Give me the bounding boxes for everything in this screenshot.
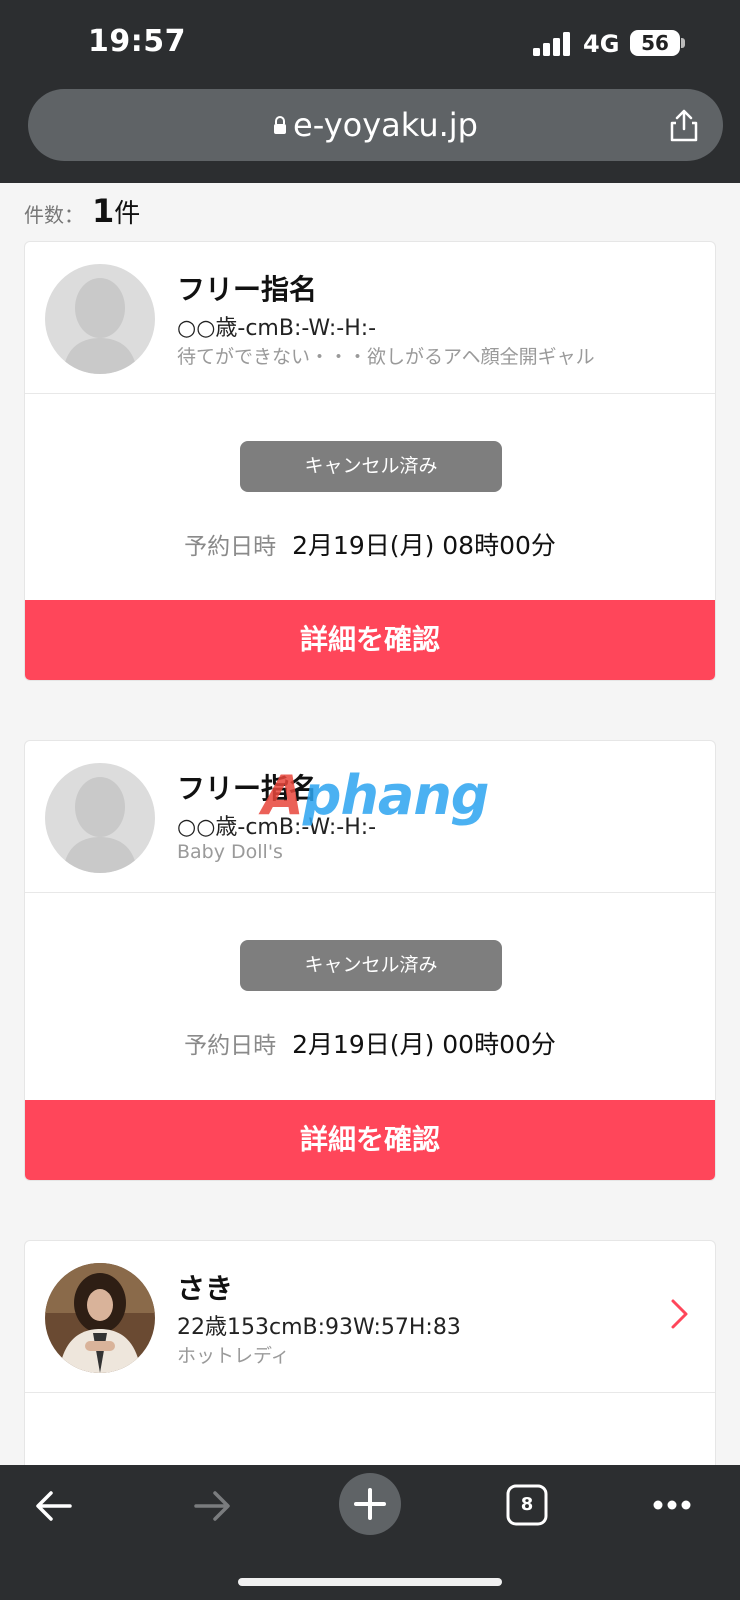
result-count-label: 件数： — [24, 203, 84, 227]
result-count: 件数： 1件 — [24, 192, 140, 230]
cast-photo — [45, 1263, 155, 1373]
cast-spec: ○○歳-cmB:-W:-H:- — [177, 316, 377, 341]
shop-name: 待てができない・・・欲しがるアヘ顔全開ギャル — [177, 346, 595, 368]
result-count-number: 1 — [92, 192, 115, 230]
back-icon[interactable] — [34, 1489, 74, 1523]
url-text: e-yoyaku.jp — [293, 106, 478, 144]
url-display[interactable]: e-yoyaku.jp — [28, 89, 723, 161]
address-bar[interactable]: e-yoyaku.jp — [28, 89, 723, 161]
reservation-card: さき 22歳153cmB:93W:57H:83 ホットレディ — [24, 1240, 716, 1480]
cast-profile-row[interactable]: さき 22歳153cmB:93W:57H:83 ホットレディ — [25, 1241, 715, 1393]
date-label: 予約日時 — [184, 1033, 277, 1059]
reservation-card: フリー指名 ○○歳-cmB:-W:-H:- 待てができない・・・欲しがるアヘ顔全… — [24, 241, 716, 681]
home-indicator[interactable] — [238, 1578, 502, 1586]
signal-icon — [533, 32, 570, 56]
battery-icon: 56 — [630, 30, 680, 56]
browser-top-bar: 19:57 4G 56 e-yoyaku.jp — [0, 0, 740, 183]
date-value: 2月19日(月) 00時00分 — [292, 1030, 556, 1059]
chevron-right-icon[interactable] — [669, 1297, 691, 1331]
status-badge: キャンセル済み — [240, 441, 502, 492]
forward-icon[interactable] — [192, 1489, 232, 1523]
avatar-placeholder-icon — [45, 264, 155, 374]
tab-count: 8 — [520, 1494, 534, 1515]
avatar-placeholder-icon — [45, 763, 155, 873]
battery-tip — [681, 38, 685, 48]
cast-spec: 22歳153cmB:93W:57H:83 — [177, 1315, 461, 1340]
cast-name: さき — [177, 1272, 234, 1305]
watermark-logo: Aphang — [262, 764, 489, 827]
result-count-unit: 件 — [114, 199, 141, 229]
reservation-date-row: 予約日時 2月19日(月) 00時00分 — [25, 1025, 715, 1061]
lock-icon — [274, 116, 287, 134]
view-details-button[interactable]: 詳細を確認 — [25, 600, 715, 680]
network-type: 4G — [583, 30, 620, 58]
date-value: 2月19日(月) 08時00分 — [292, 531, 556, 560]
more-icon[interactable] — [652, 1499, 692, 1511]
shop-name: ホットレディ — [177, 1345, 290, 1367]
date-label: 予約日時 — [184, 534, 277, 560]
status-badge: キャンセル済み — [240, 940, 502, 991]
shop-name: Baby Doll's — [177, 841, 283, 863]
reservation-date-row: 予約日時 2月19日(月) 08時00分 — [25, 526, 715, 562]
status-time: 19:57 — [88, 24, 186, 59]
new-tab-icon[interactable] — [339, 1473, 401, 1535]
view-details-button[interactable]: 詳細を確認 — [25, 1100, 715, 1180]
cast-name: フリー指名 — [177, 273, 318, 306]
share-icon[interactable] — [666, 107, 702, 143]
cast-profile-row[interactable]: フリー指名 ○○歳-cmB:-W:-H:- 待てができない・・・欲しがるアヘ顔全… — [25, 242, 715, 394]
